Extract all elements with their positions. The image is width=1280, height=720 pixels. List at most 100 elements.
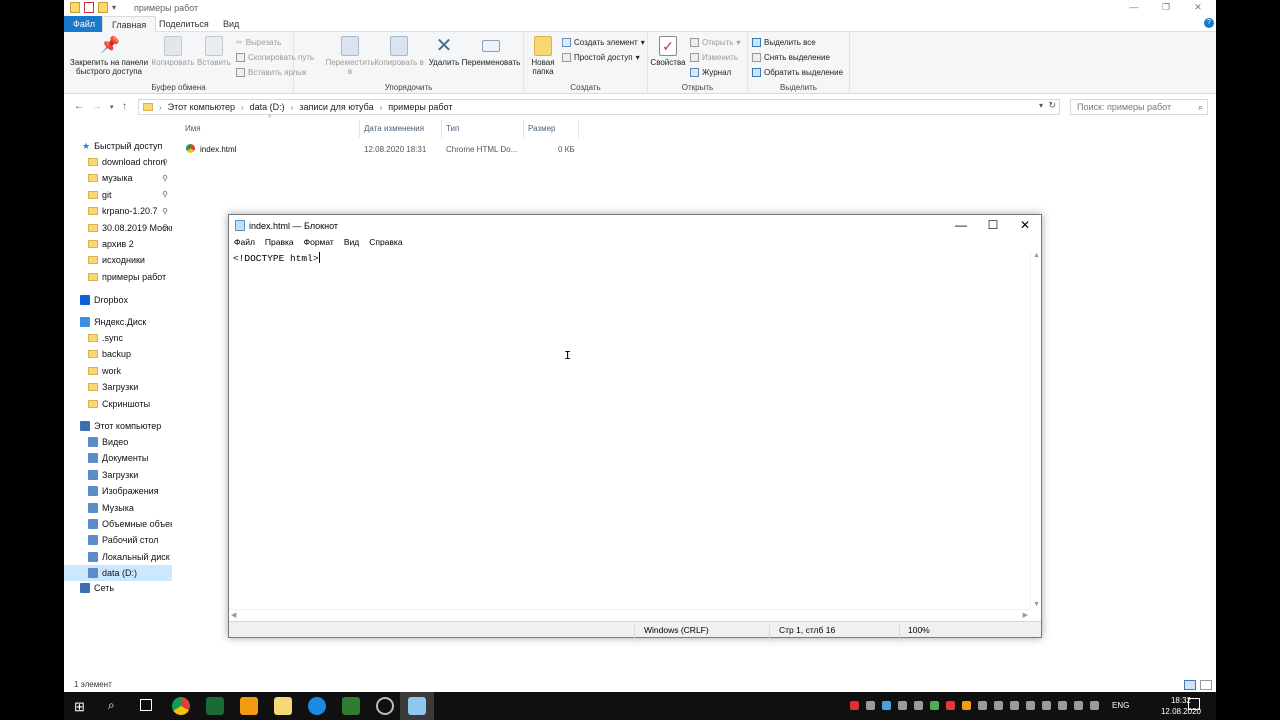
git-taskbar-icon[interactable] [342,697,360,715]
address-dropdown-icon[interactable]: ▾ [1039,101,1043,110]
notepad-taskbar-icon[interactable] [408,697,426,715]
tray-icon-5[interactable] [914,701,923,710]
nav-quick-item[interactable]: 30.08.2019 Москва⚲ [64,220,172,236]
menu-edit[interactable]: Правка [265,237,294,251]
back-button[interactable]: ← [74,101,84,112]
tray-icon-13[interactable] [1042,701,1051,710]
chrome-taskbar-icon[interactable] [172,697,190,715]
horizontal-scrollbar[interactable]: ◀ ▶ [229,609,1030,620]
menu-view[interactable]: Вид [344,237,359,251]
start-icon[interactable]: ⊞ [74,699,85,715]
pin-quick-access-button[interactable]: 📌 Закрепить на панели быстрого доступа [66,36,152,76]
tray-icon-1[interactable] [850,701,859,710]
sublime-taskbar-icon[interactable] [240,697,258,715]
tray-icon-10[interactable] [994,701,1003,710]
easy-access-button[interactable]: Простой доступ ▾ [562,53,640,62]
column-type[interactable]: Тип [446,124,459,133]
breadcrumb-drive[interactable]: data (D:) [250,102,285,112]
tray-icon-9[interactable] [978,701,987,710]
new-folder-icon[interactable] [98,2,108,13]
nav-pc-item[interactable]: Локальный диск (C:) [64,549,172,565]
menu-file[interactable]: Файл [234,237,255,251]
tab-view[interactable]: Вид [214,16,248,32]
open-button[interactable]: Открыть ▾ [690,38,740,47]
app-taskbar-icon[interactable] [206,697,224,715]
invert-selection-button[interactable]: Обратить выделение [752,68,843,77]
delete-button[interactable]: ✕ Удалить [426,36,462,67]
column-date[interactable]: Дата изменения [364,124,424,133]
up-button[interactable]: ↑ [122,101,127,112]
minimize-button[interactable]: — [1118,0,1150,16]
help-icon[interactable]: ? [1204,18,1214,28]
rename-button[interactable]: Переименовать [458,36,524,67]
notifications-icon[interactable] [1188,698,1200,710]
nav-pc-item[interactable]: Загрузки [64,467,172,483]
search-input[interactable]: Поиск: примеры работ ⌕ [1070,99,1208,115]
refresh-icon[interactable]: ↻ [1048,100,1056,111]
tab-file[interactable]: Файл [64,16,105,32]
tray-icon-12[interactable] [1026,701,1035,710]
task-view-icon[interactable] [140,699,152,711]
move-to-button[interactable]: Переместить в [324,36,376,76]
volume-icon[interactable] [1090,701,1099,710]
qat-dropdown-icon[interactable]: ▾ [112,3,116,12]
paste-button[interactable]: Вставить [196,36,232,67]
forward-button[interactable]: → [92,101,102,112]
nav-pc-item[interactable]: data (D:) [64,565,172,582]
tray-icon-2[interactable] [866,701,875,710]
notepad-close-button[interactable]: ✕ [1009,215,1041,237]
nav-pc-item[interactable]: Музыка [64,500,172,516]
tray-icon-11[interactable] [1010,701,1019,710]
restore-button[interactable]: ❐ [1150,0,1182,16]
copy-button[interactable]: Копировать [150,36,196,67]
nav-yandex-disk[interactable]: Яндекс.Диск [64,314,172,330]
new-folder-button[interactable]: Новая папка [528,36,558,76]
tab-home[interactable]: Главная [102,16,157,32]
large-icons-view-icon[interactable] [1200,680,1212,690]
new-item-button[interactable]: Создать элемент ▾ [562,38,645,47]
nav-quick-access[interactable]: ★ Быстрый доступ [64,138,172,154]
tray-icon-8[interactable] [962,701,971,710]
nav-quick-item[interactable]: музыка ⚲ [64,170,172,186]
recent-dropdown-button[interactable]: ▾ [110,103,114,111]
breadcrumb-folder[interactable]: записи для ютуба [299,102,373,112]
copy-to-button[interactable]: Копировать в [374,36,424,67]
nav-dropbox[interactable]: Dropbox [64,292,172,308]
scroll-up-icon[interactable]: ▲ [1033,252,1040,259]
nav-pc-item[interactable]: Объемные объекты [64,516,172,532]
history-button[interactable]: Журнал [690,68,731,77]
search-icon[interactable]: ⌕ [108,698,115,713]
nav-yandex-item[interactable]: backup [64,346,172,362]
network-icon[interactable] [1074,701,1083,710]
tray-icon-4[interactable] [898,701,907,710]
nav-yandex-item[interactable]: Загрузки [64,379,172,395]
select-none-button[interactable]: Снять выделение [752,53,830,62]
close-button[interactable]: ✕ [1182,0,1214,16]
nav-quick-item[interactable]: krpano-1.20.7 ⚲ [64,203,172,219]
nav-this-pc[interactable]: Этот компьютер [64,418,172,434]
properties-button[interactable]: ✓ Свойства [650,36,686,67]
nav-pc-item[interactable]: Рабочий стол [64,532,172,548]
properties-icon[interactable] [84,2,94,13]
nav-yandex-item[interactable]: Скриншоты [64,396,172,412]
tab-share[interactable]: Поделиться [150,16,218,32]
notepad-maximize-button[interactable]: ☐ [977,215,1009,237]
address-bar[interactable]: › Этот компьютер › data (D:) › записи дл… [138,99,1060,115]
nav-yandex-item[interactable]: work [64,363,172,379]
tray-icon-7[interactable] [946,701,955,710]
details-view-icon[interactable] [1184,680,1196,690]
nav-quick-item[interactable]: download chron ⚲ [64,154,172,170]
nav-network[interactable]: Сеть [64,580,172,596]
nav-pc-item[interactable]: Документы [64,450,172,466]
tray-icon-6[interactable] [930,701,939,710]
vertical-scrollbar[interactable]: ▲ ▼ [1030,251,1041,609]
notepad-text-area[interactable]: <!DOCTYPE html> [229,251,1029,609]
nav-quick-item[interactable]: исходники [64,252,172,268]
nav-pc-item[interactable]: Изображения [64,483,172,499]
nav-yandex-item[interactable]: .sync [64,330,172,346]
scroll-down-icon[interactable]: ▼ [1033,601,1040,608]
breadcrumb-this-pc[interactable]: Этот компьютер [168,102,235,112]
file-row[interactable]: index.html 12.08.2020 18:31 Chrome HTML … [180,142,600,158]
notepad-minimize-button[interactable]: — [945,215,977,237]
select-all-button[interactable]: Выделить все [752,38,816,47]
